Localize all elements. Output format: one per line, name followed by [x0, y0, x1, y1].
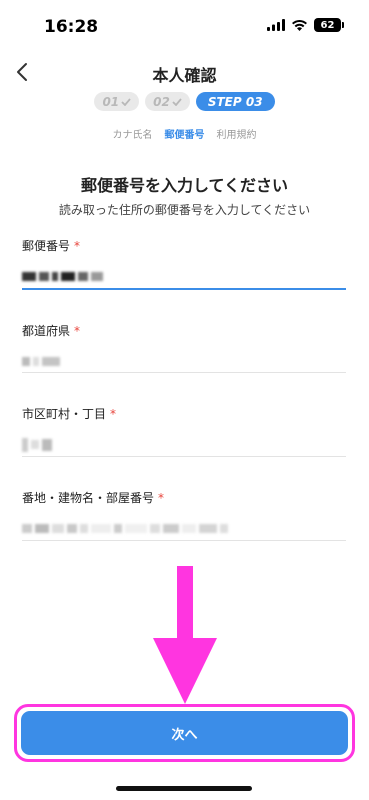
redacted-value	[22, 266, 346, 281]
section-heading: 郵便番号を入力してください	[80, 176, 289, 195]
required-mark: *	[158, 491, 165, 505]
required-mark: *	[74, 239, 81, 253]
step-label-postal-code: 郵便番号	[164, 130, 205, 141]
input-underline	[22, 288, 346, 290]
field-label: 郵便番号 *	[22, 239, 81, 253]
required-mark: *	[74, 324, 81, 338]
prefecture-field[interactable]: 都道府県 *	[22, 322, 346, 374]
step-number: 01	[102, 94, 120, 109]
cellular-signal-icon	[267, 19, 285, 31]
redacted-value	[22, 518, 346, 533]
address-field[interactable]: 番地・建物名・部屋番号 *	[22, 489, 346, 541]
step-label-terms: 利用規約	[216, 130, 257, 141]
step-02: 02	[145, 92, 190, 111]
step-03: STEP 03	[195, 92, 275, 111]
status-bar: 16:28 62	[0, 0, 369, 52]
section-subheading: 読み取った住所の郵便番号を入力してください	[58, 203, 311, 217]
redacted-value	[22, 434, 346, 452]
step-number: STEP 03	[207, 94, 263, 109]
required-mark: *	[110, 407, 117, 421]
check-icon	[172, 97, 182, 106]
postal-code-field[interactable]: 郵便番号 *	[22, 237, 346, 290]
input-underline	[22, 372, 346, 373]
input-underline	[22, 456, 346, 457]
next-button[interactable]: 次へ	[14, 704, 355, 762]
step-01: 01	[94, 92, 140, 111]
step-label-kana-name: カナ氏名	[112, 130, 153, 141]
city-field[interactable]: 市区町村・丁目 *	[22, 405, 346, 457]
input-underline	[22, 540, 346, 541]
step-labels: カナ氏名 郵便番号 利用規約	[0, 126, 369, 141]
home-indicator	[116, 786, 252, 791]
page-title: 本人確認	[152, 66, 217, 85]
step-number: 02	[153, 94, 170, 109]
redacted-value	[22, 351, 346, 366]
field-label: 番地・建物名・部屋番号 *	[22, 491, 165, 505]
next-button-label: 次へ	[21, 711, 348, 755]
check-icon	[121, 97, 131, 106]
arrow-down-icon	[153, 566, 217, 704]
step-indicator: 01 02 STEP 03	[0, 92, 369, 111]
field-label: 都道府県 *	[22, 324, 81, 338]
status-icons: 62	[267, 18, 344, 32]
wifi-icon	[292, 19, 307, 31]
field-label: 市区町村・丁目 *	[22, 407, 117, 421]
status-time: 16:28	[44, 17, 99, 37]
battery-icon: 62	[314, 18, 344, 32]
